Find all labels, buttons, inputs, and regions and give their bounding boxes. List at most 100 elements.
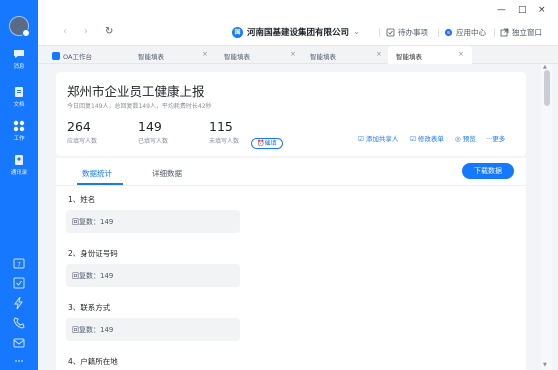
document-icon — [15, 87, 23, 97]
stat-value: 149 — [138, 119, 162, 134]
edit-icon: ☑ — [358, 135, 364, 143]
preview-link[interactable]: ◎ 预览 — [455, 133, 476, 143]
flash-icon[interactable] — [12, 296, 26, 310]
app-center-icon — [444, 28, 453, 37]
form-subtitle: 今日回复149人，总回复数149人，平均耗费时长42秒 — [67, 103, 212, 110]
download-data-button[interactable]: 下载数据 — [462, 163, 514, 179]
divider — [379, 28, 380, 37]
question-label: 2、身份证号码 — [68, 249, 118, 258]
rail-item-docs[interactable]: 文档 — [0, 86, 38, 108]
tab-label: OA工作台 — [63, 53, 92, 61]
tab-bar: OA工作台 智能填表 × 智能填表 × 智能填表 × 智能填表 × — [38, 46, 558, 64]
rail-item-contacts[interactable]: 通讯录 — [0, 154, 38, 176]
tab-oa-workbench[interactable]: OA工作台 — [52, 46, 124, 64]
scroll-down-icon[interactable]: ▼ — [543, 362, 547, 368]
tab-smart-form-3[interactable]: 智能填表 × — [310, 46, 388, 64]
calendar-icon[interactable]: 7 — [12, 256, 26, 270]
form-summary-card: 郑州市企业员工健康上报 今日回复149人，总回复数149人，平均耗费时长42秒 … — [56, 72, 526, 156]
answer-summary: 回复数：149 — [66, 318, 240, 341]
answer-summary: 回复数：149 — [66, 264, 240, 287]
action-label: 修改表单 — [417, 135, 444, 143]
close-tab-icon[interactable]: × — [202, 50, 208, 58]
close-tab-icon[interactable]: × — [290, 50, 296, 58]
rail-label: 通讯录 — [10, 170, 28, 176]
todo-icon — [386, 28, 395, 37]
tab-smart-form-1[interactable]: 智能填表 × — [138, 46, 214, 64]
external-window-icon — [500, 28, 509, 37]
edit-icon: ☑ — [410, 135, 416, 143]
minimize-button[interactable]: — — [497, 5, 506, 15]
forward-button[interactable]: › — [84, 26, 88, 37]
tab-smart-form-active[interactable]: 智能填表 × — [388, 46, 472, 64]
chat-icon — [14, 50, 24, 58]
refresh-button[interactable]: ↻ — [105, 26, 113, 37]
stat-unfilled: 115 未填写人数 — [209, 119, 239, 145]
rail-label: 文档 — [13, 102, 25, 108]
eye-icon: ◎ — [455, 135, 461, 143]
app-center-link[interactable]: 应用中心 — [444, 27, 486, 38]
title-bar: — □ × ‹ › ↻ 国 河南国基建设集团有限公司 ⌄ 待办事项 应用中心 独… — [38, 0, 558, 46]
page-title: 郑州市企业员工健康上报 — [67, 84, 205, 99]
status-dot — [22, 29, 30, 37]
tab-detail-data[interactable]: 详细数据 — [152, 168, 182, 179]
stat-value: 264 — [67, 119, 91, 134]
main-content: 郑州市企业员工健康上报 今日回复149人，总回复数149人，平均耗费时长42秒 … — [56, 72, 526, 370]
standalone-label: 独立窗口 — [512, 28, 542, 37]
remind-button[interactable]: ⏰催填 — [251, 138, 283, 149]
close-tab-icon[interactable]: × — [458, 50, 464, 58]
stat-filled: 149 已填写人数 — [138, 119, 168, 145]
chevron-down-icon: ⌄ — [353, 27, 361, 37]
back-button[interactable]: ‹ — [63, 26, 67, 37]
close-tab-icon[interactable]: × — [376, 50, 382, 58]
tab-label: 智能填表 — [224, 53, 250, 61]
app-center-label: 应用中心 — [456, 28, 486, 37]
checklist-icon[interactable] — [12, 276, 26, 290]
contacts-icon — [15, 155, 23, 165]
standalone-window-link[interactable]: 独立窗口 — [500, 27, 542, 38]
stat-label: 应填写人数 — [67, 138, 98, 145]
rail-label: 工作 — [13, 136, 25, 142]
tab-smart-form-2[interactable]: 智能填表 × — [224, 46, 302, 64]
vertical-scrollbar[interactable]: ▲ ▼ — [541, 64, 552, 370]
stat-should-fill: 264 应填写人数 — [67, 119, 97, 145]
tab-label: 智能填表 — [138, 53, 164, 61]
data-panel: 数据统计 详细数据 下载数据 1、姓名 回复数：149 2、身份证号码 回复数：… — [56, 158, 526, 370]
close-window-button[interactable]: × — [538, 5, 546, 15]
todo-label: 待办事项 — [398, 28, 428, 37]
left-rail: 消息 文档 工作 通讯录 7 — [0, 0, 38, 370]
action-label: 预览 — [462, 135, 476, 143]
company-logo-icon: 国 — [232, 26, 243, 38]
stat-label: 已填写人数 — [138, 138, 169, 145]
home-icon — [52, 52, 60, 60]
divider — [56, 185, 526, 186]
phone-icon[interactable] — [12, 316, 26, 330]
maximize-button[interactable]: □ — [518, 5, 527, 15]
more-icon[interactable] — [12, 354, 26, 368]
answer-summary: 回复数：149 — [66, 210, 240, 233]
rail-item-messages[interactable]: 消息 — [0, 48, 38, 70]
action-label: 添加共享人 — [365, 135, 399, 143]
rail-label: 消息 — [13, 64, 25, 70]
more-link[interactable]: ···更多 — [486, 133, 505, 143]
question-label: 4、户籍所在地 — [68, 357, 118, 366]
question-label: 3、联系方式 — [68, 303, 111, 312]
action-label: 更多 — [492, 135, 506, 143]
tab-label: 智能填表 — [310, 53, 336, 61]
tab-data-statistics[interactable]: 数据统计 — [82, 168, 112, 179]
remind-label: 催填 — [264, 140, 277, 147]
company-name: 河南国基建设集团有限公司 — [247, 28, 350, 38]
stat-value: 115 — [209, 119, 233, 134]
divider — [438, 28, 439, 37]
divider — [494, 28, 495, 37]
mail-icon[interactable] — [12, 336, 26, 350]
todo-link[interactable]: 待办事项 — [386, 27, 428, 38]
add-collaborator-link[interactable]: ☑ 添加共享人 — [358, 133, 398, 143]
question-label: 1、姓名 — [68, 195, 96, 204]
edit-form-link[interactable]: ☑ 修改表单 — [410, 133, 444, 143]
tab-label: 智能填表 — [396, 53, 422, 61]
rail-item-work[interactable]: 工作 — [0, 120, 38, 142]
company-switcher[interactable]: 国 河南国基建设集团有限公司 ⌄ — [232, 26, 360, 38]
scrollbar-thumb[interactable] — [544, 70, 550, 106]
avatar[interactable] — [9, 16, 30, 37]
apps-grid-icon — [13, 120, 25, 132]
